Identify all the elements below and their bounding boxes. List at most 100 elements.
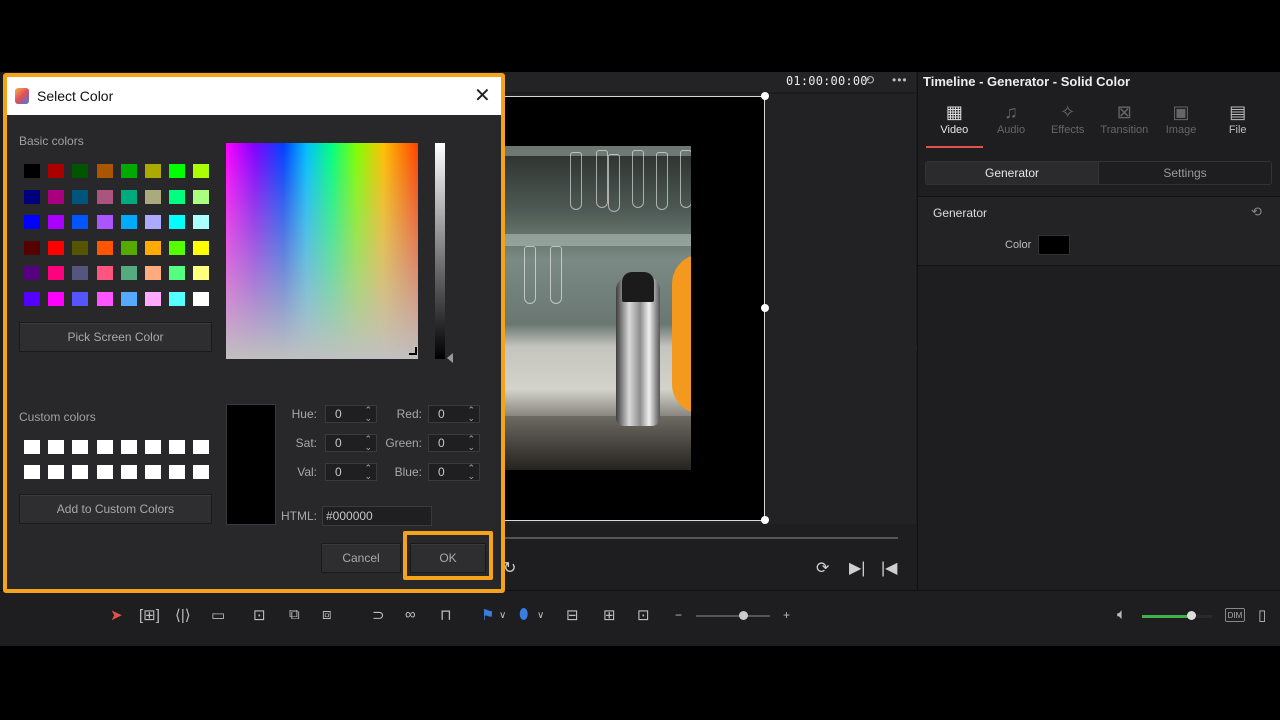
basic-color-swatch[interactable]	[96, 266, 113, 281]
zoom-full-icon[interactable]: ⊟	[566, 606, 579, 624]
basic-color-swatch[interactable]	[145, 292, 161, 306]
zoom-in-icon[interactable]: +	[783, 608, 790, 622]
basic-color-swatch[interactable]	[193, 164, 210, 178]
basic-color-swatch[interactable]	[145, 240, 161, 255]
flag-icon[interactable]: ⚑	[481, 606, 494, 624]
tab-transition[interactable]: ⊠ Transition	[1096, 102, 1153, 148]
spin-arrows-icon[interactable]: ⌃ ⌄	[364, 406, 372, 423]
basic-color-swatch[interactable]	[120, 292, 137, 306]
basic-color-swatch[interactable]	[72, 292, 89, 306]
hue-saturation-spectrum[interactable]	[226, 143, 418, 359]
volume-slider-knob[interactable]	[1187, 611, 1196, 620]
basic-color-swatch[interactable]	[24, 292, 40, 306]
basic-color-swatch[interactable]	[145, 266, 161, 281]
html-color-input[interactable]: #000000	[322, 506, 432, 526]
blue-spinbox[interactable]: 0 ⌃ ⌄	[428, 463, 480, 481]
basic-color-swatch[interactable]	[169, 189, 186, 204]
custom-color-swatch[interactable]	[48, 465, 65, 479]
custom-color-swatch[interactable]	[48, 440, 65, 454]
basic-color-swatch[interactable]	[169, 215, 186, 230]
chevron-down-icon[interactable]: ∨	[499, 610, 506, 621]
basic-color-swatch[interactable]	[48, 266, 65, 281]
basic-color-swatch[interactable]	[145, 215, 161, 230]
link-icon[interactable]: ∞	[405, 606, 416, 623]
custom-color-swatch[interactable]	[120, 440, 137, 454]
basic-color-swatch[interactable]	[193, 240, 210, 255]
match-frame-icon[interactable]: ⟳	[816, 558, 829, 578]
dim-button[interactable]: DIM	[1225, 608, 1245, 622]
basic-color-swatch[interactable]	[48, 189, 65, 204]
insert-clip-icon[interactable]: ⊡	[253, 606, 266, 624]
custom-color-swatch[interactable]	[72, 465, 89, 479]
value-slider-arrow[interactable]	[447, 353, 453, 363]
zoom-slider-knob[interactable]	[739, 611, 748, 620]
custom-color-swatch[interactable]	[72, 440, 89, 454]
basic-color-swatch[interactable]	[193, 266, 210, 281]
basic-color-swatch[interactable]	[96, 292, 113, 306]
add-to-custom-colors-button[interactable]: Add to Custom Colors	[19, 494, 212, 524]
basic-color-swatch[interactable]	[72, 240, 89, 255]
loop-icon[interactable]: ↻	[503, 558, 516, 578]
custom-color-swatch[interactable]	[145, 440, 161, 454]
tab-file[interactable]: ▤ File	[1209, 102, 1266, 148]
custom-color-swatch[interactable]	[193, 465, 210, 479]
custom-color-swatch[interactable]	[96, 440, 113, 454]
audio-meter-icon[interactable]: ▯	[1258, 606, 1266, 624]
basic-color-swatch[interactable]	[120, 164, 137, 178]
custom-color-swatch[interactable]	[169, 465, 186, 479]
transform-handle-right[interactable]	[761, 304, 769, 312]
viewer-options-icon[interactable]: •••	[892, 73, 908, 87]
basic-color-swatch[interactable]	[96, 164, 113, 178]
pick-screen-color-button[interactable]: Pick Screen Color	[19, 322, 212, 352]
spin-arrows-icon[interactable]: ⌃ ⌄	[467, 435, 475, 452]
basic-color-swatch[interactable]	[145, 189, 161, 204]
tab-effects[interactable]: ✧ Effects	[1039, 102, 1096, 148]
marker-icon[interactable]: ⬮	[519, 606, 528, 623]
next-frame-icon[interactable]: ▶|	[849, 558, 865, 578]
basic-color-swatch[interactable]	[72, 215, 89, 230]
transform-handle-bottom-right[interactable]	[761, 516, 769, 524]
basic-color-swatch[interactable]	[48, 215, 65, 230]
segment-generator[interactable]: Generator	[926, 162, 1098, 184]
basic-color-swatch[interactable]	[120, 215, 137, 230]
custom-color-swatch[interactable]	[169, 440, 186, 454]
basic-color-swatch[interactable]	[24, 240, 40, 255]
custom-color-swatch[interactable]	[24, 465, 40, 479]
overwrite-clip-icon[interactable]: ⧉	[289, 606, 300, 623]
dynamic-trim-icon[interactable]: ⟨|⟩	[175, 606, 191, 624]
basic-color-swatch[interactable]	[72, 189, 89, 204]
basic-color-swatch[interactable]	[72, 164, 89, 178]
basic-color-swatch[interactable]	[169, 292, 186, 306]
reset-icon[interactable]: ⟲	[1251, 204, 1262, 220]
snapping-icon[interactable]: ⊃	[372, 606, 385, 624]
transform-handle-top-right[interactable]	[761, 92, 769, 100]
custom-color-swatch[interactable]	[145, 465, 161, 479]
basic-color-swatch[interactable]	[96, 240, 113, 255]
sat-spinbox[interactable]: 0 ⌃ ⌄	[325, 434, 377, 452]
basic-color-swatch[interactable]	[96, 215, 113, 230]
trim-tool-icon[interactable]: [⊞]	[139, 606, 160, 624]
cancel-button[interactable]: Cancel	[321, 543, 401, 573]
close-icon[interactable]: ✕	[474, 83, 491, 108]
custom-color-swatch[interactable]	[96, 465, 113, 479]
spin-arrows-icon[interactable]: ⌃ ⌄	[364, 435, 372, 452]
basic-color-swatch[interactable]	[169, 240, 186, 255]
basic-color-swatch[interactable]	[120, 240, 137, 255]
custom-color-swatch[interactable]	[120, 465, 137, 479]
replace-clip-icon[interactable]: ⧈	[322, 606, 332, 623]
basic-color-swatch[interactable]	[145, 164, 161, 178]
basic-color-swatch[interactable]	[169, 266, 186, 281]
tab-image[interactable]: ▣ Image	[1153, 102, 1210, 148]
basic-color-swatch[interactable]	[24, 164, 40, 178]
basic-color-swatch[interactable]	[24, 215, 40, 230]
zoom-out-icon[interactable]: −	[675, 608, 682, 622]
value-slider[interactable]	[435, 143, 445, 359]
speaker-icon[interactable]: 🔈︎	[1117, 606, 1126, 623]
basic-color-swatch[interactable]	[169, 164, 186, 178]
custom-color-swatch[interactable]	[193, 440, 210, 454]
tab-video[interactable]: ▦ Video	[926, 102, 983, 148]
red-spinbox[interactable]: 0 ⌃ ⌄	[428, 405, 480, 423]
spin-arrows-icon[interactable]: ⌃ ⌄	[467, 464, 475, 481]
spin-arrows-icon[interactable]: ⌃ ⌄	[467, 406, 475, 423]
basic-color-swatch[interactable]	[72, 266, 89, 281]
